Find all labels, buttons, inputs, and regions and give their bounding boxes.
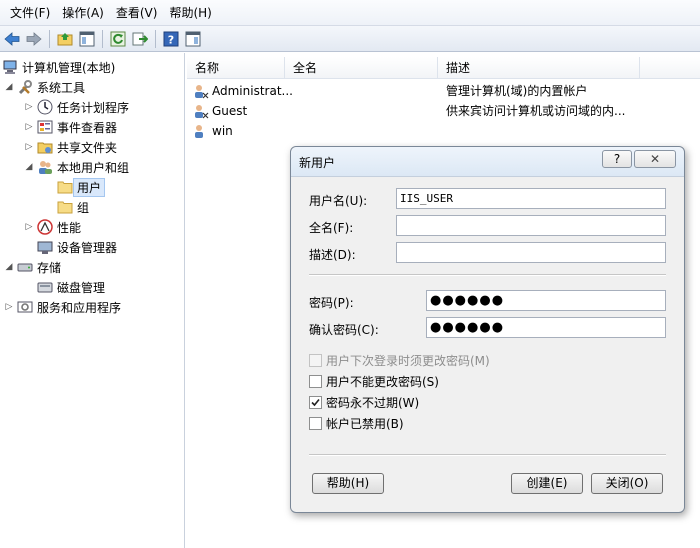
dialog-close-button[interactable]: ✕ (634, 150, 676, 168)
export-icon[interactable] (130, 29, 150, 49)
dialog-title: 新用户 (299, 156, 336, 170)
performance-icon (37, 219, 53, 235)
close-icon: ✕ (649, 152, 661, 166)
confirm-password-input[interactable]: ●●●●●● (426, 317, 666, 338)
folder-icon (57, 179, 73, 195)
tree-item-event-viewer[interactable]: ▷ 事件查看器 (24, 117, 117, 137)
collapse-arrow-icon[interactable]: ◢ (4, 262, 14, 272)
expand-arrow-icon[interactable]: ▷ (24, 222, 34, 232)
checkbox-password-never-expires[interactable]: 密码永不过期(W) (309, 394, 419, 410)
user-icon (193, 121, 209, 141)
user-icon (193, 81, 209, 101)
tree-item-performance[interactable]: ▷ 性能 (24, 217, 81, 237)
dialog-help-button[interactable]: ? (602, 150, 632, 168)
menu-help[interactable]: 帮助(H) (163, 2, 217, 24)
username-input[interactable]: IIS_USER (396, 188, 666, 209)
list-header: 名称 全名 描述 (187, 57, 700, 79)
user-icon (193, 101, 209, 121)
users-group-icon (37, 159, 53, 175)
dialog-title-bar: 新用户 ? ✕ (291, 147, 684, 177)
checkbox-cannot-change-password[interactable]: 用户不能更改密码(S) (309, 373, 439, 389)
folder-icon (57, 199, 73, 215)
column-header-full-name[interactable]: 全名 (285, 57, 438, 79)
create-button[interactable]: 创建(E) (511, 473, 583, 494)
toolbar: ? (0, 26, 700, 52)
new-user-dialog: 新用户 ? ✕ 用户名(U): IIS_USER 全名(F): 描述(D): 密… (290, 146, 685, 513)
toolbar-separator (155, 29, 156, 48)
tree-item-services-apps[interactable]: ▷ 服务和应用程序 (4, 297, 121, 317)
refresh-icon[interactable] (108, 29, 128, 49)
navigation-tree: 计算机管理(本地) ◢ 系统工具 ▷ 任务计划程序 ▷ 事件查看器 ▷ 共享文件… (0, 53, 185, 548)
description-input[interactable] (396, 242, 666, 263)
list-item[interactable]: win (193, 121, 693, 141)
checkbox[interactable] (309, 416, 322, 430)
fullname-label: 全名(F): (309, 221, 354, 235)
collapse-arrow-icon[interactable]: ◢ (4, 82, 14, 92)
menu-view[interactable]: 查看(V) (110, 2, 164, 24)
tree-item-computer-management[interactable]: 计算机管理(本地) (2, 57, 115, 77)
device-manager-icon (37, 239, 53, 255)
tree-item-users[interactable]: 用户 (57, 177, 106, 197)
help-button[interactable]: 帮助(H) (312, 473, 384, 494)
tree-item-shared-folders[interactable]: ▷ 共享文件夹 (24, 137, 117, 157)
dialog-separator (309, 454, 666, 456)
menu-action[interactable]: 操作(A) (56, 2, 110, 24)
checkbox[interactable] (309, 353, 322, 367)
tree-item-device-manager[interactable]: 设备管理器 (37, 237, 117, 257)
forward-icon[interactable] (24, 29, 44, 49)
event-viewer-icon (37, 119, 53, 135)
expand-arrow-icon[interactable]: ▷ (24, 102, 34, 112)
fullname-input[interactable] (396, 215, 666, 236)
svg-text:?: ? (168, 33, 174, 46)
confirm-password-label: 确认密码(C): (309, 323, 379, 337)
tree-item-system-tools[interactable]: ◢ 系统工具 (4, 77, 85, 97)
shared-folder-icon (37, 139, 53, 155)
show-tree-icon[interactable] (77, 29, 97, 49)
list-item[interactable]: Administrat... 管理计算机(域)的内置帐户 (193, 81, 693, 101)
checkbox-must-change-password[interactable]: 用户下次登录时须更改密码(M) (309, 352, 490, 368)
tools-icon (17, 79, 33, 95)
menu-bar: 文件(F) 操作(A) 查看(V) 帮助(H) (0, 0, 700, 26)
computer-icon (2, 59, 18, 75)
services-icon (17, 299, 33, 315)
question-icon: ? (613, 152, 621, 166)
toolbar-separator (102, 29, 103, 48)
tree-item-local-users-groups[interactable]: ◢ 本地用户和组 (24, 157, 129, 177)
back-icon[interactable] (2, 29, 22, 49)
toolbar-separator (49, 29, 50, 48)
dialog-separator (309, 274, 666, 276)
list-item[interactable]: Guest 供来宾访问计算机或访问域的内... (193, 101, 693, 121)
collapse-arrow-icon[interactable]: ◢ (24, 162, 34, 172)
tree-item-task-scheduler[interactable]: ▷ 任务计划程序 (24, 97, 129, 117)
password-input[interactable]: ●●●●●● (426, 290, 666, 311)
column-header-name[interactable]: 名称 (187, 57, 285, 79)
help-icon[interactable]: ? (161, 29, 181, 49)
disk-icon (37, 279, 53, 295)
checkbox-checked[interactable] (309, 395, 322, 409)
password-label: 密码(P): (309, 296, 354, 310)
checkbox-account-disabled[interactable]: 帐户已禁用(B) (309, 415, 404, 431)
storage-icon (17, 259, 33, 275)
clock-icon (37, 99, 53, 115)
checkmark-icon (311, 398, 320, 406)
tree-item-disk-management[interactable]: 磁盘管理 (37, 277, 105, 297)
expand-arrow-icon[interactable]: ▷ (24, 122, 34, 132)
checkbox[interactable] (309, 374, 322, 388)
expand-arrow-icon[interactable]: ▷ (4, 302, 14, 312)
tree-item-storage[interactable]: ◢ 存储 (4, 257, 61, 277)
close-button[interactable]: 关闭(O) (591, 473, 663, 494)
tree-item-groups[interactable]: 组 (57, 197, 89, 217)
menu-file[interactable]: 文件(F) (4, 2, 56, 24)
show-action-pane-icon[interactable] (183, 29, 203, 49)
expand-arrow-icon[interactable]: ▷ (24, 142, 34, 152)
username-label: 用户名(U): (309, 194, 368, 208)
description-label: 描述(D): (309, 248, 356, 262)
up-folder-icon[interactable] (55, 29, 75, 49)
column-header-description[interactable]: 描述 (438, 57, 640, 79)
